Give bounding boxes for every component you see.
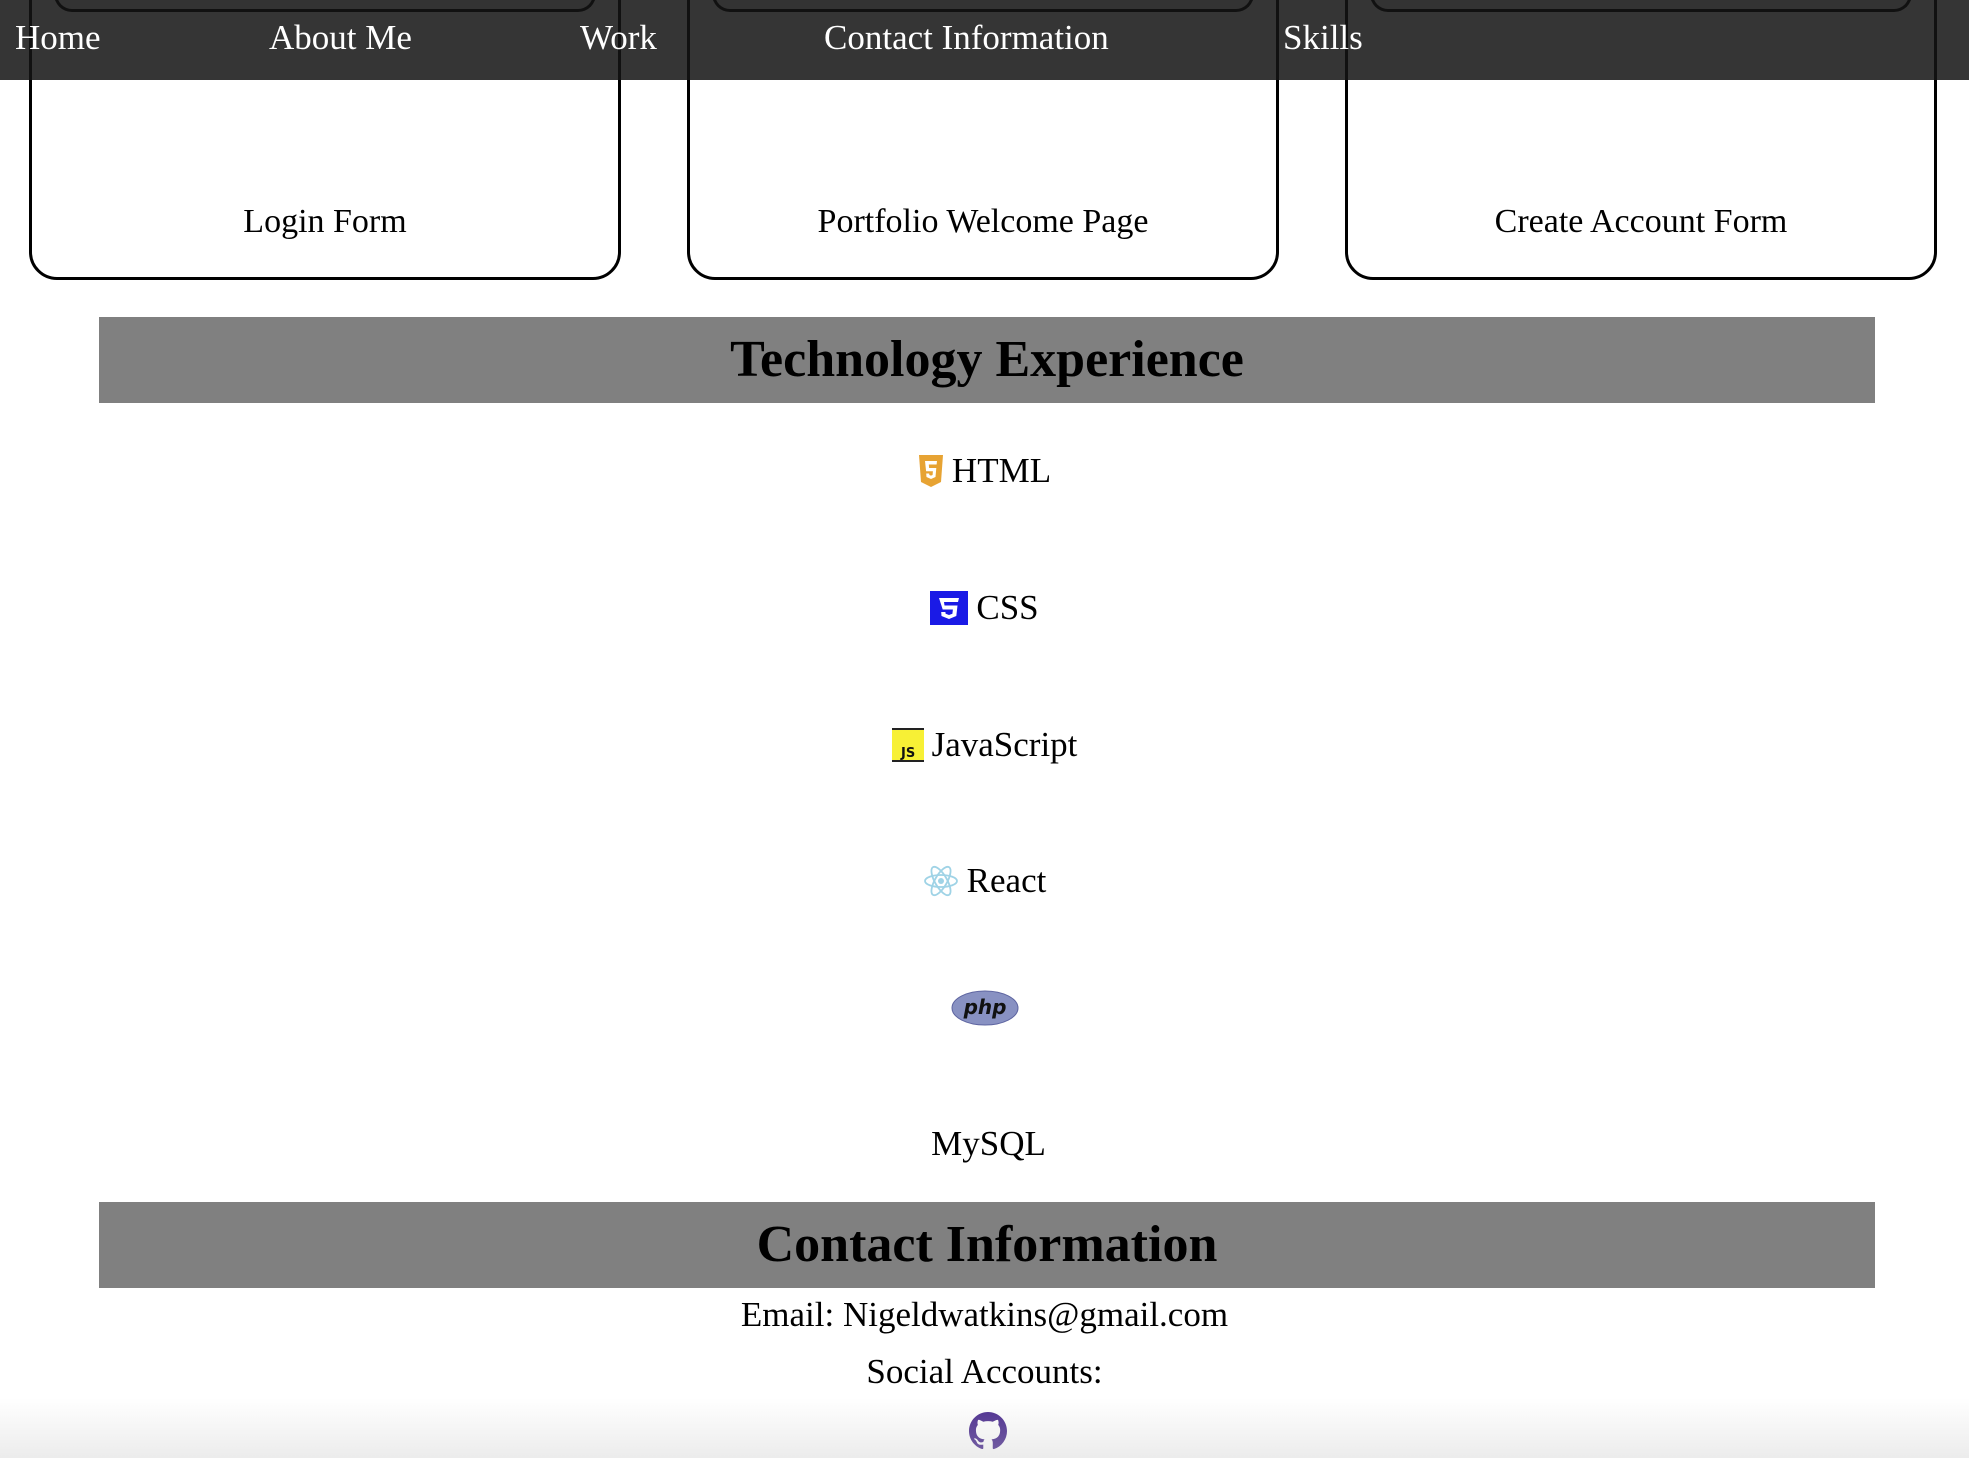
tech-item-javascript: JS JavaScript bbox=[0, 720, 1969, 770]
nav-link-contact-information[interactable]: Contact Information bbox=[824, 18, 1109, 58]
portfolio-page: Login Form Portfolio Welcome Page Create… bbox=[0, 0, 1969, 1458]
html5-icon bbox=[918, 455, 944, 487]
javascript-icon: JS bbox=[891, 728, 924, 762]
css3-icon bbox=[930, 591, 969, 625]
technology-experience-heading: Technology Experience bbox=[99, 317, 1875, 403]
svg-text:php: php bbox=[962, 995, 1006, 1019]
react-icon bbox=[923, 864, 959, 898]
nav-link-skills[interactable]: Skills bbox=[1283, 18, 1363, 58]
tech-item-php: php bbox=[0, 990, 1969, 1040]
github-icon[interactable] bbox=[969, 1412, 1007, 1450]
tech-item-css: CSS bbox=[0, 583, 1969, 633]
tech-label: HTML bbox=[951, 451, 1052, 490]
tech-item-mysql: MySQL bbox=[0, 1108, 1969, 1163]
tech-item-react: React bbox=[0, 856, 1969, 906]
php-icon: php bbox=[951, 990, 1019, 1026]
card-title: Login Form bbox=[243, 203, 407, 240]
tech-item-html: HTML bbox=[0, 446, 1969, 496]
nav-link-about-me[interactable]: About Me bbox=[269, 18, 412, 58]
svg-text:JS: JS bbox=[900, 746, 915, 761]
tech-label: MySQL bbox=[931, 1124, 1046, 1163]
contact-information-heading: Contact Information bbox=[99, 1202, 1875, 1288]
card-title: Portfolio Welcome Page bbox=[817, 203, 1149, 240]
top-navigation: Home About Me Work Contact Information S… bbox=[0, 0, 1969, 80]
tech-label: React bbox=[966, 861, 1047, 900]
contact-email: Email: Nigeldwatkins@gmail.com bbox=[740, 1295, 1229, 1334]
tech-label: CSS bbox=[976, 588, 1039, 627]
social-accounts-label: Social Accounts: bbox=[866, 1352, 1103, 1391]
nav-link-work[interactable]: Work bbox=[580, 18, 657, 58]
card-title: Create Account Form bbox=[1494, 203, 1788, 240]
nav-link-home[interactable]: Home bbox=[15, 18, 101, 58]
tech-label: JavaScript bbox=[931, 725, 1078, 764]
